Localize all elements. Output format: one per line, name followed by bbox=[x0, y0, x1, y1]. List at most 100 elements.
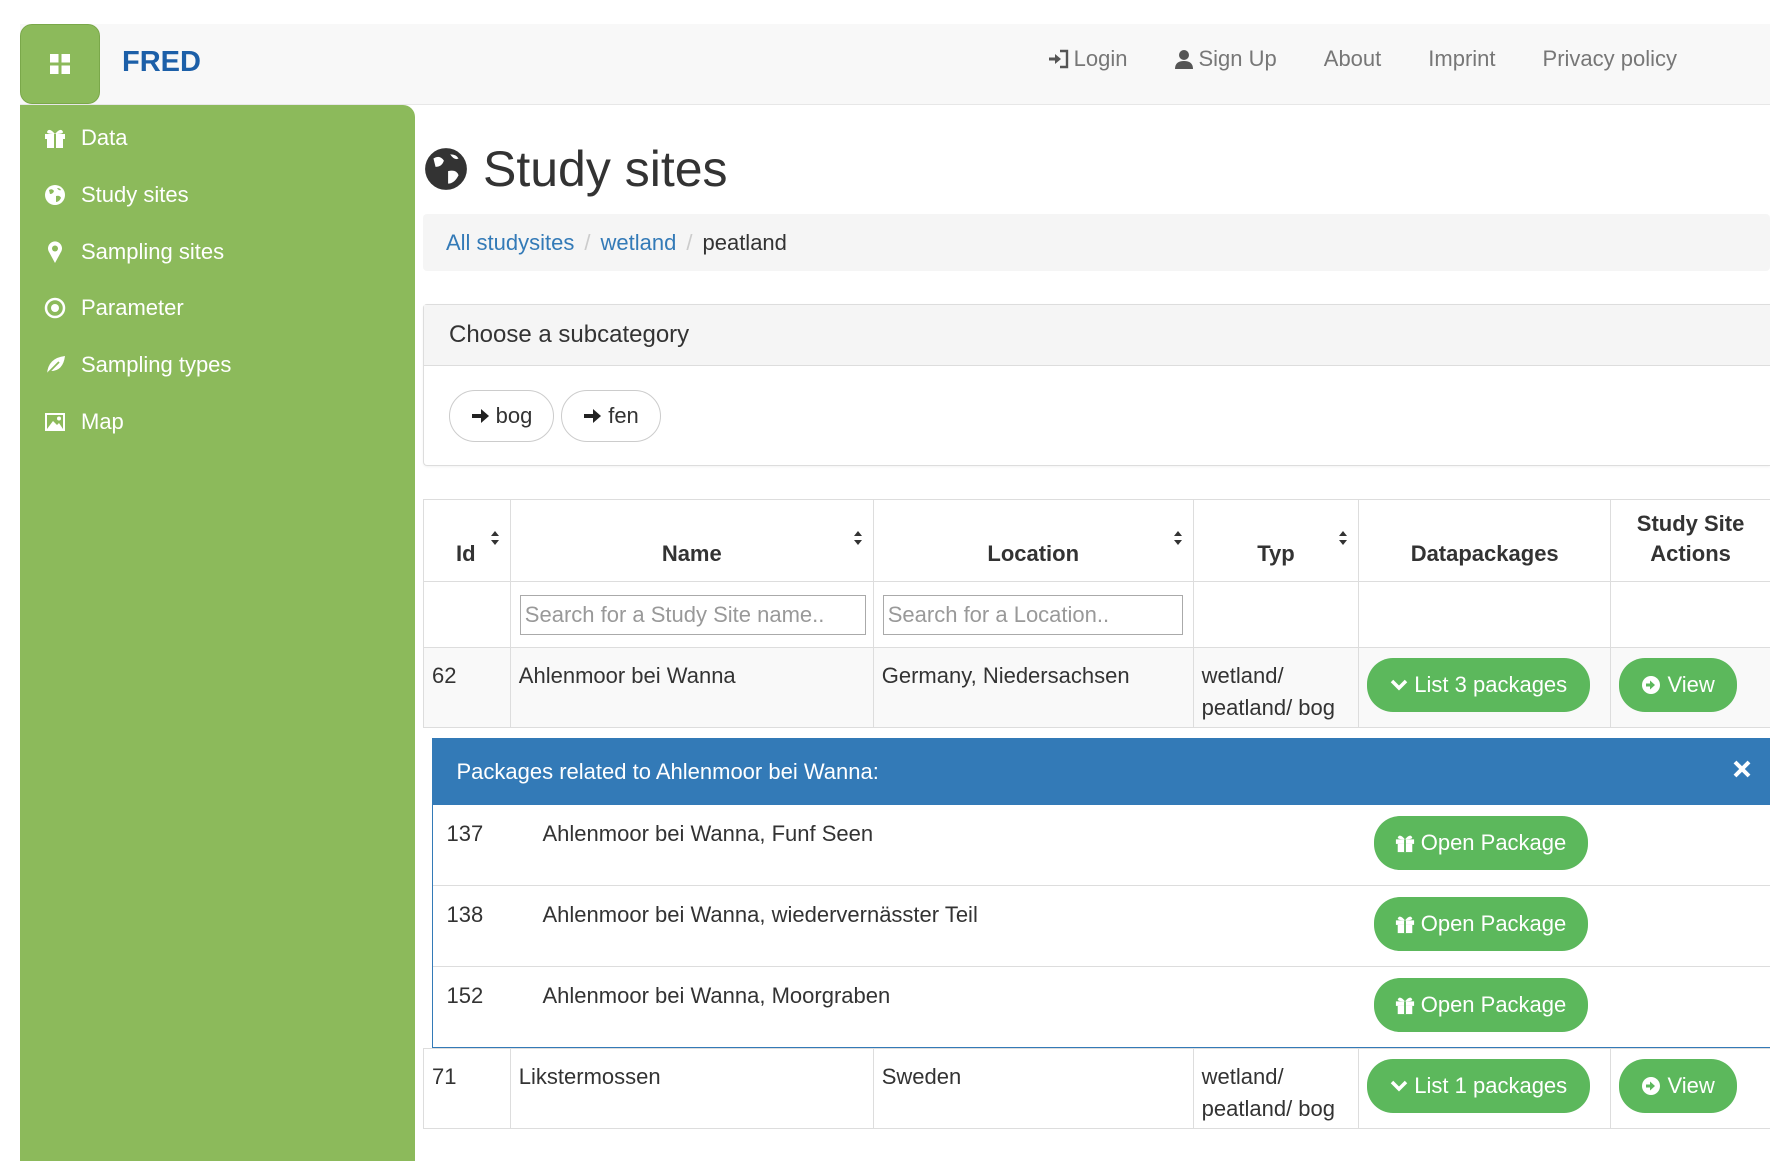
map-marker-icon bbox=[42, 241, 68, 263]
breadcrumb-wetland[interactable]: wetland bbox=[601, 230, 677, 256]
list-packages-label: List 3 packages bbox=[1414, 672, 1568, 697]
study-site-name-search-input[interactable] bbox=[519, 594, 866, 635]
package-row: 138 Ahlenmoor bei Wanna, wiedervernässte… bbox=[432, 886, 1770, 967]
circle-arrow-right-icon bbox=[1642, 1077, 1661, 1095]
record-icon bbox=[42, 297, 68, 319]
package-row: 137 Ahlenmoor bei Wanna, Funf Seen Open … bbox=[432, 805, 1770, 886]
package-row: 152 Ahlenmoor bei Wanna, Moorgraben Open… bbox=[433, 967, 1770, 1047]
package-name: Ahlenmoor bei Wanna, Funf Seen bbox=[542, 821, 874, 846]
column-header-label: Id bbox=[456, 541, 476, 566]
cell-typ: wetland/ peatland/ bog bbox=[1192, 1048, 1360, 1129]
packages-heading-text: Packages related to Ahlenmoor bei Wanna: bbox=[456, 759, 879, 784]
package-name: Ahlenmoor bei Wanna, Moorgraben bbox=[542, 983, 891, 1008]
column-header-label: Typ bbox=[1257, 541, 1295, 566]
sort-icon bbox=[853, 531, 862, 545]
view-label: View bbox=[1667, 672, 1715, 697]
signup-link[interactable]: Sign Up bbox=[1174, 46, 1277, 72]
view-label: View bbox=[1667, 1073, 1715, 1098]
column-header-actions: Study Site Actions bbox=[1610, 499, 1770, 582]
column-header-location[interactable]: Location bbox=[872, 499, 1194, 582]
chevron-down-icon bbox=[1391, 1080, 1408, 1092]
subcategory-button-fen[interactable]: fen bbox=[561, 390, 661, 442]
breadcrumb-all-studysites[interactable]: All studysites bbox=[446, 230, 574, 256]
column-header-datapackages: Datapackages bbox=[1358, 499, 1612, 582]
leaf-icon bbox=[42, 354, 68, 376]
view-button[interactable]: View bbox=[1619, 658, 1738, 712]
package-id: 138 bbox=[446, 902, 484, 927]
open-package-label: Open Package bbox=[1420, 911, 1567, 936]
packages-expanded-row: Packages related to Ahlenmoor bei Wanna:… bbox=[424, 728, 1770, 1049]
privacy-policy-link[interactable]: Privacy policy bbox=[1543, 46, 1677, 72]
cell-id: 62 bbox=[423, 647, 511, 728]
sidebar: Data Study sites Sampling sites Paramete… bbox=[20, 105, 415, 1161]
cell-location: Germany, Niedersachsen bbox=[872, 647, 1194, 728]
subcategory-panel: Choose a subcategory bog fen bbox=[423, 304, 1770, 466]
sidebar-item-sampling-sites[interactable]: Sampling sites bbox=[20, 230, 415, 274]
sidebar-item-label: Map bbox=[81, 409, 124, 434]
sidebar-item-sampling-types[interactable]: Sampling types bbox=[20, 343, 415, 387]
user-icon bbox=[1175, 50, 1194, 69]
typ-line: wetland/ bbox=[1201, 1064, 1284, 1089]
sidebar-item-label: Study sites bbox=[81, 182, 189, 207]
menu-toggle-button[interactable] bbox=[20, 24, 100, 104]
gift-icon bbox=[1395, 835, 1414, 853]
sidebar-item-map[interactable]: Map bbox=[20, 400, 415, 444]
column-header-label: Datapackages bbox=[1410, 541, 1559, 566]
sidebar-item-label: Sampling types bbox=[81, 352, 232, 377]
location-search-input[interactable] bbox=[882, 594, 1183, 635]
column-header-label: Location bbox=[987, 541, 1080, 566]
brand-title[interactable]: FRED bbox=[122, 46, 201, 79]
package-id: 137 bbox=[446, 821, 484, 846]
list-packages-button[interactable]: List 1 packages bbox=[1367, 1059, 1591, 1113]
column-header-id[interactable]: Id bbox=[423, 499, 511, 582]
list-packages-label: List 1 packages bbox=[1414, 1073, 1568, 1098]
open-package-button[interactable]: Open Package bbox=[1373, 897, 1588, 951]
table-row: 62 Ahlenmoor bei Wanna Germany, Niedersa… bbox=[423, 647, 1770, 728]
sidebar-item-label: Sampling sites bbox=[81, 239, 225, 264]
column-header-name[interactable]: Name bbox=[509, 499, 874, 582]
breadcrumb-separator: / bbox=[686, 229, 693, 255]
typ-line: wetland/ bbox=[1201, 663, 1284, 688]
subcategory-button-label: bog bbox=[495, 403, 533, 428]
sidebar-item-parameter[interactable]: Parameter bbox=[20, 286, 415, 330]
picture-icon bbox=[42, 412, 68, 432]
page-title-text: Study sites bbox=[483, 141, 728, 197]
grid-icon bbox=[50, 54, 70, 74]
gift-icon bbox=[42, 128, 68, 148]
cell-typ: wetland/ peatland/ bog bbox=[1192, 647, 1360, 728]
circle-arrow-right-icon bbox=[1642, 676, 1661, 694]
login-link[interactable]: Login bbox=[1048, 46, 1127, 72]
packages-panel: Packages related to Ahlenmoor bei Wanna:… bbox=[431, 738, 1770, 1048]
sort-icon bbox=[1173, 531, 1182, 545]
breadcrumb-separator: / bbox=[584, 229, 591, 255]
package-id: 152 bbox=[446, 983, 484, 1008]
open-package-label: Open Package bbox=[1420, 830, 1567, 855]
study-sites-table: Id Name Location Typ Datapackages Study … bbox=[423, 499, 1770, 1129]
open-package-button[interactable]: Open Package bbox=[1373, 816, 1588, 870]
top-navbar: FRED Login Sign Up About Imprint Privacy… bbox=[20, 24, 1770, 105]
subcategory-button-label: fen bbox=[608, 403, 639, 428]
open-package-button[interactable]: Open Package bbox=[1373, 978, 1588, 1032]
open-package-label: Open Package bbox=[1420, 992, 1567, 1017]
login-icon bbox=[1048, 49, 1068, 69]
cell-location: Sweden bbox=[872, 1048, 1194, 1129]
typ-line: peatland/ bog bbox=[1201, 1096, 1336, 1121]
page-title: Study sites bbox=[423, 140, 728, 198]
package-name: Ahlenmoor bei Wanna, wiedervernässter Te… bbox=[542, 902, 978, 927]
imprint-link[interactable]: Imprint bbox=[1428, 46, 1495, 72]
cell-id: 71 bbox=[423, 1048, 511, 1129]
signup-label: Sign Up bbox=[1198, 46, 1277, 71]
sidebar-item-study-sites[interactable]: Study sites bbox=[20, 173, 415, 217]
sort-icon bbox=[490, 531, 499, 545]
close-icon[interactable] bbox=[1732, 759, 1752, 779]
sidebar-item-data[interactable]: Data bbox=[20, 116, 415, 160]
search-row bbox=[423, 581, 1770, 648]
typ-line: peatland/ bog bbox=[1201, 695, 1336, 720]
column-header-typ[interactable]: Typ bbox=[1192, 499, 1360, 582]
view-button[interactable]: View bbox=[1619, 1059, 1738, 1113]
list-packages-button[interactable]: List 3 packages bbox=[1367, 658, 1591, 712]
subcategory-button-bog[interactable]: bog bbox=[449, 390, 554, 442]
arrow-right-icon bbox=[584, 409, 602, 423]
arrow-right-icon bbox=[471, 409, 489, 423]
about-link[interactable]: About bbox=[1324, 46, 1382, 72]
